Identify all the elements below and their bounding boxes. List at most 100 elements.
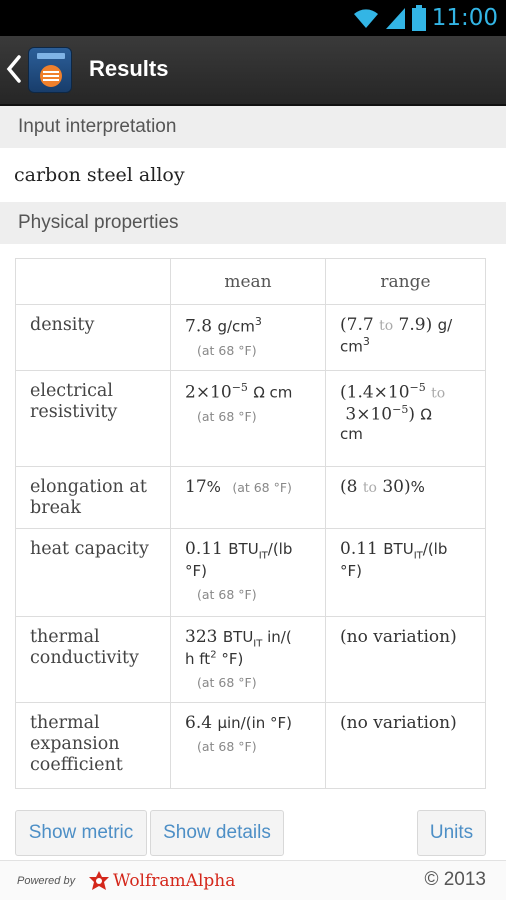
range-start-exponent: −5 <box>409 381 426 394</box>
mean-unit-sub: IT <box>253 638 263 650</box>
range-unit: BTU <box>383 540 414 558</box>
powered-by-label: Powered by <box>17 875 76 887</box>
mean-value: 0.11 <box>185 539 223 559</box>
range-unit-line2: cm <box>340 425 363 444</box>
wolfram-spikey-icon <box>89 871 109 890</box>
show-details-button[interactable]: Show details <box>150 810 284 856</box>
mean-cell: 17% (at 68 °F) <box>170 466 326 529</box>
range-cell: (1.4×10−5 to 3×10−5) Ω cm <box>325 370 486 467</box>
range-to: to <box>431 385 446 402</box>
wifi-icon <box>353 9 378 28</box>
show-metric-button[interactable]: Show metric <box>15 810 147 856</box>
range-end: 7.9) <box>398 315 433 335</box>
table-row: thermal conductivity 323 BTUIT in/( h ft… <box>15 616 486 703</box>
range-start: (8 <box>340 477 358 497</box>
physical-properties-header: Physical properties <box>0 202 506 244</box>
range-cell: (no variation) <box>325 702 486 789</box>
table-row: heat capacity 0.11 BTUIT/(lb °F) (at 68 … <box>15 528 486 617</box>
range-unit-line2: °F) <box>340 562 362 581</box>
range-value: 0.11 <box>340 539 378 559</box>
range-end: 3×10 <box>345 404 393 425</box>
range-cell: 0.11 BTUIT/(lb °F) <box>325 528 486 617</box>
status-icons: 11:00 <box>352 4 498 32</box>
table-row: elongation at break 17% (at 68 °F) (8 to… <box>15 466 486 529</box>
mean-unit-rest: in/( <box>262 628 292 646</box>
mean-cell: 323 BTUIT in/( h ft2 °F) (at 68 °F) <box>170 616 326 703</box>
app-icon[interactable] <box>28 47 72 93</box>
mean-unit-line2-rest: °F) <box>216 650 244 669</box>
mean-unit: Ω cm <box>253 383 293 402</box>
mean-note: (at 68 °F) <box>197 408 257 424</box>
range-cell: (7.7 to 7.9) g/ cm3 <box>325 304 486 371</box>
mean-exponent: −5 <box>231 381 248 394</box>
range-to: to <box>362 480 377 496</box>
mean-value: 6.4 <box>185 713 213 733</box>
input-interpretation-value: carbon steel alloy <box>14 164 185 186</box>
signal-icon <box>385 8 405 29</box>
mean-note: (at 68 °F) <box>197 587 257 603</box>
mean-unit: BTU <box>228 540 259 558</box>
range-close: ) <box>408 404 415 425</box>
range-unit-sup: 3 <box>362 335 370 348</box>
range-unit-rest: /(lb <box>422 540 448 558</box>
range-unit: % <box>410 478 425 496</box>
row-label: electrical resistivity <box>15 370 171 467</box>
range-start: (1.4×10 <box>340 382 410 403</box>
mean-unit-sup: 3 <box>254 315 262 328</box>
mean-value: 2×10 <box>185 382 232 403</box>
column-header-mean: mean <box>170 258 326 305</box>
range-unit-sub: IT <box>413 550 423 562</box>
range-unit-line2: cm <box>340 337 363 356</box>
row-label: density <box>15 304 171 371</box>
copyright: © 2013 <box>424 869 486 890</box>
table-row: density 7.8 g/cm3 (at 68 °F) (7.7 to 7.9… <box>15 304 486 371</box>
mean-value: 17 <box>185 477 207 497</box>
mean-note: (at 68 °F) <box>197 342 257 358</box>
mean-value: 323 <box>185 627 218 647</box>
column-header-empty <box>15 258 171 305</box>
range-cell: (no variation) <box>325 616 486 703</box>
physical-properties-table: mean range density 7.8 g/cm3 (at 68 °F) … <box>15 258 486 789</box>
mean-unit: g/cm <box>217 317 255 336</box>
mean-cell: 0.11 BTUIT/(lb °F) (at 68 °F) <box>170 528 326 617</box>
battery-icon <box>411 5 426 31</box>
action-bar: Results <box>0 36 506 106</box>
back-chevron-icon[interactable] <box>6 54 22 84</box>
footer: Powered by WolframAlpha © 2013 <box>0 860 506 900</box>
table-row: electrical resistivity 2×10−5 Ω cm (at 6… <box>15 370 486 467</box>
row-label: elongation at break <box>15 466 171 529</box>
range-unit: g/ <box>437 316 453 334</box>
mean-unit: % <box>206 478 221 496</box>
row-label: thermal expansion coefficient <box>15 702 171 789</box>
mean-note: (at 68 °F) <box>197 675 257 691</box>
wolfram-app-icon <box>37 53 65 87</box>
range-end: 30) <box>382 477 411 497</box>
mean-cell: 2×10−5 Ω cm (at 68 °F) <box>170 370 326 467</box>
range-cell: (8 to 30)% <box>325 466 486 529</box>
mean-unit: µin/(in °F) <box>217 714 292 732</box>
page-title: Results <box>89 56 169 81</box>
mean-note: (at 68 °F) <box>232 480 292 495</box>
row-label: thermal conductivity <box>15 616 171 703</box>
mean-cell: 7.8 g/cm3 (at 68 °F) <box>170 304 326 371</box>
mean-note: (at 68 °F) <box>197 739 257 754</box>
input-interpretation-header: Input interpretation <box>0 106 506 148</box>
mean-unit-rest: /(lb <box>267 540 293 558</box>
table-row: thermal expansion coefficient 6.4 µin/(i… <box>15 702 486 789</box>
table-header-row: mean range <box>15 258 486 305</box>
wolfram-alpha-brand[interactable]: WolframAlpha <box>113 871 235 891</box>
mean-unit-line2: °F) <box>185 562 207 581</box>
mean-unit-sub: IT <box>258 550 268 562</box>
mean-cell: 6.4 µin/(in °F) (at 68 °F) <box>170 702 326 789</box>
mean-unit-line2: h ft <box>185 650 211 669</box>
range-start: (7.7 <box>340 315 374 335</box>
column-header-range: range <box>325 258 486 305</box>
clock: 11:00 <box>431 5 498 31</box>
status-bar: 11:00 <box>0 0 506 36</box>
units-button[interactable]: Units <box>417 810 486 856</box>
row-label: heat capacity <box>15 528 171 617</box>
mean-unit: BTU <box>222 628 254 646</box>
range-unit: Ω <box>420 405 432 424</box>
range-to: to <box>379 318 394 334</box>
range-end-exponent: −5 <box>392 402 409 416</box>
